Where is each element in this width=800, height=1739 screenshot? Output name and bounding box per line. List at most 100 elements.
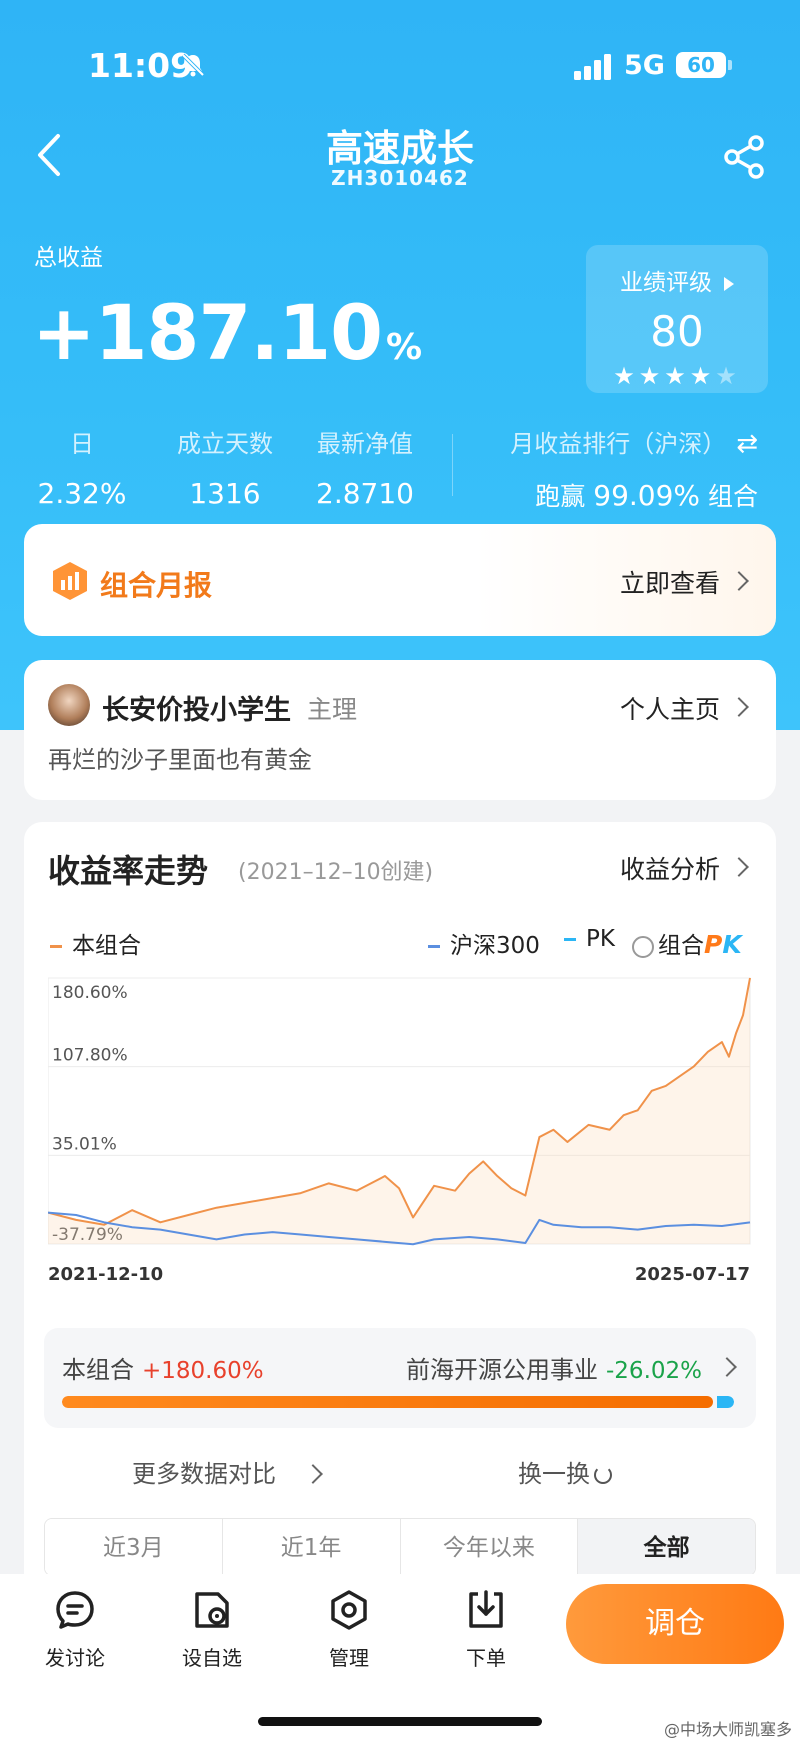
compare-right-value: -26.02% [606, 1358, 702, 1384]
portfolio-code: ZH3010462 [331, 166, 469, 190]
tab-ytd[interactable]: 今年以来 [400, 1519, 579, 1575]
tab-all[interactable]: 全部 [578, 1519, 755, 1575]
stat-nav-value: 2.8710 [316, 477, 414, 510]
pk-combo-toggle[interactable]: 组合PK [632, 926, 742, 960]
compare-left: 本组合 +180.60% [62, 1356, 264, 1384]
swap-arrows-icon[interactable]: ⇄ [736, 429, 758, 459]
stat-daily-label: 日 [70, 430, 94, 458]
x-tick-label-end: 2025-07-17 [635, 1264, 750, 1285]
trend-title: 收益率走势 [48, 852, 209, 890]
star-icon-empty: ★ [715, 362, 741, 390]
compare-left-value: +180.60% [142, 1358, 264, 1384]
monthly-rank[interactable]: 月收益排行（沪深） ⇄ 跑赢 99.09% 组合 [510, 424, 758, 513]
compare-bar-rival [716, 1396, 734, 1408]
tab-manage[interactable]: 管理 [294, 1588, 404, 1671]
total-return-unit: % [385, 327, 422, 368]
home-indicator [258, 1717, 542, 1726]
refresh-icon [594, 1466, 612, 1484]
report-title: 组合月报 [100, 569, 213, 602]
stat-daily-value: 2.32% [37, 477, 127, 510]
stat-divider [452, 434, 453, 496]
chevron-right-icon [303, 1464, 323, 1484]
page-title: 高速成长 [326, 127, 474, 170]
rating-score: 80 [650, 307, 704, 356]
back-arrow-icon[interactable] [30, 130, 70, 180]
more-comparison-link[interactable]: 更多数据对比 [132, 1454, 276, 1489]
chevron-right-icon [729, 857, 749, 877]
stat-days-value: 1316 [189, 477, 261, 510]
legend-swatch [50, 945, 62, 948]
watermark: @中场大师凯塞多 [663, 1720, 792, 1739]
muted-bell-icon [181, 53, 205, 77]
status-time: 11:09 [88, 46, 194, 85]
monthly-report-card[interactable]: 组合月报 立即查看 [24, 524, 776, 636]
signal-icon [574, 54, 611, 80]
profile-link[interactable]: 个人主页 [620, 690, 720, 726]
stat-daily: 日 2.32% [30, 424, 134, 510]
total-return-number: +187.10 [32, 288, 383, 377]
rank-label: 月收益排行（沪深） ⇄ [510, 429, 758, 459]
tab-order-label: 下单 [466, 1646, 506, 1670]
rank-value: 跑赢 99.09% 组合 [535, 479, 758, 512]
pk-compare-panel[interactable]: 本组合 +180.60% 前海开源公用事业 -26.02% [44, 1328, 756, 1428]
tab-3m[interactable]: 近3月 [45, 1519, 223, 1575]
stat-days-label: 成立天数 [177, 430, 273, 458]
compare-bar-portfolio [62, 1396, 713, 1408]
stat-days: 成立天数 1316 [160, 424, 290, 510]
manager-name[interactable]: 长安价投小学生 [102, 688, 291, 727]
battery-tip [728, 60, 732, 70]
rating-label: 业绩评级 [586, 263, 768, 297]
x-tick-label-start: 2021-12-10 [48, 1264, 163, 1285]
created-date: (2021–12–10创建) [238, 860, 434, 885]
tab-order[interactable]: 下单 [431, 1588, 541, 1671]
pk-logo: PK [704, 930, 742, 959]
chevron-right-icon [729, 571, 749, 591]
swap-button[interactable]: 换一换 [518, 1454, 612, 1489]
stat-nav-label: 最新净值 [317, 430, 413, 458]
total-return-label: 总收益 [34, 245, 103, 271]
return-line-chart[interactable]: 180.60%107.80%35.01%-37.79%2021-12-10202… [48, 974, 754, 1314]
order-download-icon [469, 1590, 503, 1628]
status-bar: 11:09 5G 60 [0, 40, 800, 90]
star-icon-filled: ★★★★ [613, 362, 716, 390]
return-analysis-link[interactable]: 收益分析 [620, 850, 720, 886]
compare-progress-bar [62, 1396, 734, 1408]
range-tabs: 近3月 近1年 今年以来 全部 [44, 1518, 756, 1576]
tab-1y[interactable]: 近1年 [222, 1519, 401, 1575]
legend-swatch [564, 938, 576, 941]
radio-circle-icon[interactable] [632, 935, 654, 958]
manager-card: 长安价投小学生 主理 个人主页 再烂的沙子里面也有黄金 [24, 660, 776, 800]
tab-manage-label: 管理 [329, 1646, 369, 1670]
y-tick-label: 180.60% [52, 983, 128, 1003]
report-view-link[interactable]: 立即查看 [620, 564, 720, 600]
portfolio-area-fill [48, 978, 750, 1244]
return-trend-card: 收益率走势 (2021–12–10创建) 收益分析 本组合 沪深300 PK 组… [24, 822, 776, 1642]
y-tick-label: 35.01% [52, 1134, 117, 1154]
tab-discuss[interactable]: 发讨论 [20, 1588, 130, 1671]
chevron-right-icon [729, 697, 749, 717]
tab-watchlist[interactable]: 设自选 [157, 1588, 267, 1671]
tab-watchlist-label: 设自选 [182, 1646, 242, 1670]
y-tick-label: 107.80% [52, 1046, 128, 1066]
legend-index: 沪深300 [428, 926, 540, 960]
chevron-right-icon [717, 1357, 737, 1377]
discuss-icon [56, 1591, 94, 1629]
manage-gear-icon [331, 1590, 367, 1630]
battery-icon: 60 [676, 52, 726, 78]
total-return-value: +187.10% [32, 288, 422, 377]
manager-motto: 再烂的沙子里面也有黄金 [48, 746, 312, 774]
avatar[interactable] [48, 684, 90, 726]
network-type: 5G [624, 50, 665, 81]
watchlist-icon [195, 1592, 229, 1628]
tab-discuss-label: 发讨论 [45, 1646, 105, 1670]
legend-pk: PK [564, 926, 615, 952]
rebalance-button[interactable]: 调仓 [566, 1584, 784, 1664]
stat-nav: 最新净值 2.8710 [304, 424, 426, 510]
rating-stars: ★★★★★ [586, 362, 768, 390]
play-triangle-icon [724, 276, 734, 291]
legend-portfolio: 本组合 [50, 926, 141, 960]
share-icon[interactable] [722, 134, 768, 180]
compare-right: 前海开源公用事业 -26.02% [406, 1356, 702, 1384]
performance-rating-card[interactable]: 业绩评级 80 ★★★★★ [586, 245, 768, 393]
manager-role: 主理 [307, 695, 358, 724]
